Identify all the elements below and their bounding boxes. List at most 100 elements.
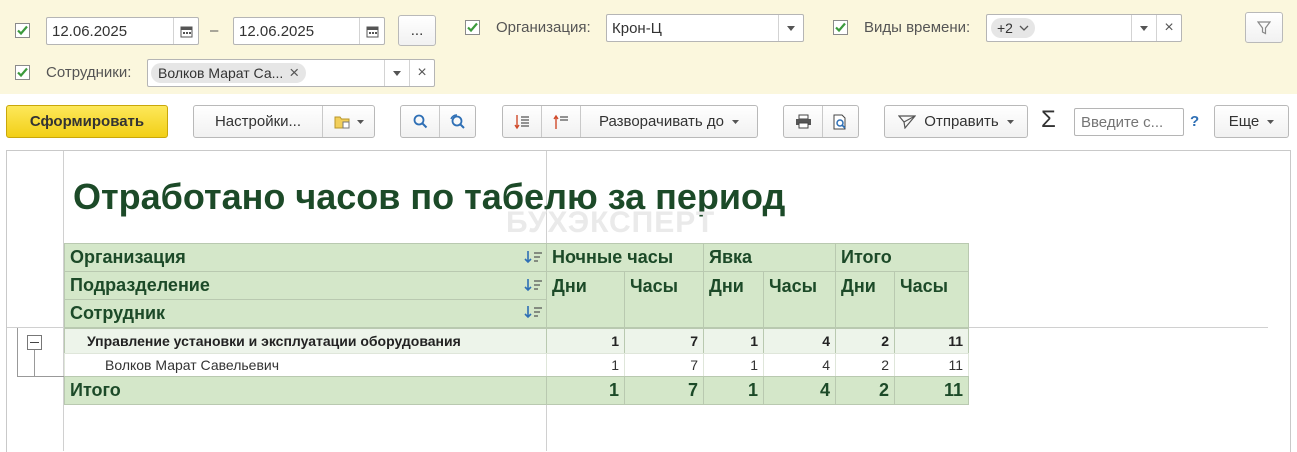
date-separator: – (210, 22, 219, 39)
time-types-select[interactable]: +2 × (986, 14, 1182, 42)
table-cell[interactable]: 1 (703, 353, 764, 377)
period-checkbox[interactable] (15, 23, 30, 38)
collapse-toggle-icon[interactable] (27, 335, 42, 350)
help-icon[interactable]: ? (1190, 113, 1199, 130)
table-cell[interactable]: 1 (546, 328, 625, 354)
table-cell[interactable]: 2 (835, 328, 895, 354)
sort-icon[interactable] (524, 278, 544, 292)
col-attendance-hours: Часы (763, 271, 836, 328)
time-types-label: Виды времени: (864, 19, 971, 36)
calendar-icon[interactable] (173, 18, 198, 44)
find-next-button[interactable] (439, 106, 475, 137)
table-cell[interactable]: 4 (763, 353, 836, 377)
date-to-field[interactable]: 12.06.2025 (233, 17, 385, 45)
dropdown-arrow-icon[interactable] (1131, 15, 1156, 41)
send-icon (898, 114, 917, 129)
table-cell[interactable]: 11 (894, 353, 969, 377)
expand-groups-button[interactable] (541, 106, 580, 137)
employee-tag[interactable]: Волков Марат Са... × (151, 63, 307, 83)
col-attendance-days: Дни (703, 271, 764, 328)
sort-icon[interactable] (524, 305, 544, 319)
variant-button[interactable] (322, 106, 374, 137)
col-total-hours: Часы (894, 271, 969, 328)
print-preview-icon (833, 114, 846, 129)
search-icon (413, 114, 427, 129)
table-cell[interactable]: 11 (894, 328, 969, 354)
remove-tag-icon[interactable]: × (289, 63, 299, 83)
table-cell[interactable]: 11 (894, 376, 969, 405)
period-select-button[interactable]: ... (398, 15, 436, 46)
row-header-subdivision[interactable]: Подразделение (64, 271, 547, 300)
table-cell[interactable]: 4 (763, 328, 836, 354)
table-cell[interactable]: 1 (703, 376, 764, 405)
employees-select[interactable]: Волков Марат Са... × × (147, 59, 435, 87)
settings-button[interactable]: Настройки... (194, 106, 322, 137)
printer-icon (795, 114, 811, 129)
date-to-value: 12.06.2025 (239, 22, 315, 40)
table-cell[interactable]: 7 (624, 328, 704, 354)
table-cell[interactable]: 7 (624, 376, 704, 405)
sort-down-icon (514, 114, 529, 129)
sort-icon[interactable] (524, 250, 544, 264)
col-night-hours: Часы (624, 271, 704, 328)
dropdown-arrow-icon[interactable] (384, 60, 409, 86)
table-cell[interactable]: 1 (546, 376, 625, 405)
collapse-groups-button[interactable] (503, 106, 541, 137)
date-from-field[interactable]: 12.06.2025 (46, 17, 199, 45)
employee-tag-text: Волков Марат Са... (158, 65, 284, 81)
send-label: Отправить (924, 113, 999, 130)
col-group-night: Ночные часы (546, 243, 704, 272)
expand-to-label: Разворачивать до (598, 113, 724, 130)
org-select[interactable]: Крон-Ц (606, 14, 804, 42)
sum-icon[interactable]: Σ (1041, 106, 1056, 134)
chevron-down-icon (1019, 25, 1029, 31)
org-value: Крон-Ц (612, 19, 662, 37)
print-group (783, 105, 859, 138)
table-cell[interactable]: 7 (624, 353, 704, 377)
col-group-attendance: Явка (703, 243, 836, 272)
search-next-icon (450, 114, 465, 129)
org-checkbox[interactable] (465, 20, 480, 35)
print-preview-button[interactable] (822, 106, 858, 137)
time-types-tag-text: +2 (997, 20, 1013, 36)
table-cell[interactable]: 2 (835, 353, 895, 377)
time-types-tag[interactable]: +2 (991, 18, 1035, 38)
table-cell[interactable]: 4 (763, 376, 836, 405)
calendar-icon[interactable] (359, 18, 384, 44)
dropdown-arrow-icon (1267, 119, 1275, 124)
row-header-org[interactable]: Организация (64, 243, 547, 272)
generate-button[interactable]: Сформировать (6, 105, 168, 138)
table-cell[interactable]: 1 (546, 353, 625, 377)
expand-to-button[interactable]: Разворачивать до (580, 106, 757, 137)
clear-icon[interactable]: × (1156, 15, 1181, 41)
more-button[interactable]: Еще (1214, 105, 1289, 138)
dropdown-arrow-icon[interactable] (778, 15, 803, 41)
row-header-employee[interactable]: Сотрудник (64, 299, 547, 328)
col-night-days: Дни (546, 271, 625, 328)
table-row-subdivision[interactable]: Управление установки и эксплуатации обор… (64, 328, 547, 354)
employees-checkbox[interactable] (15, 65, 30, 80)
sort-up-icon (553, 114, 568, 129)
funnel-icon (1257, 20, 1271, 34)
find-button[interactable] (401, 106, 439, 137)
dropdown-arrow-icon (732, 119, 739, 124)
folder-settings-icon (334, 116, 349, 128)
dropdown-arrow-icon (1006, 119, 1014, 124)
employees-label: Сотрудники: (46, 64, 132, 81)
table-cell[interactable]: 1 (703, 328, 764, 354)
send-button[interactable]: Отправить (884, 105, 1028, 138)
table-row-total[interactable]: Итого (64, 376, 547, 405)
clear-icon[interactable]: × (409, 60, 434, 86)
settings-button-group: Настройки... (193, 105, 375, 138)
filter-settings-button[interactable] (1245, 12, 1283, 43)
time-types-checkbox[interactable] (833, 20, 848, 35)
filter-panel: 12.06.2025 – 12.06.2025 ... Организация:… (0, 0, 1297, 94)
col-total-days: Дни (835, 271, 895, 328)
search-group (400, 105, 476, 138)
sum-search-input[interactable] (1074, 108, 1184, 136)
print-button[interactable] (784, 106, 822, 137)
table-cell[interactable]: 2 (835, 376, 895, 405)
more-label: Еще (1228, 113, 1260, 130)
table-row-employee[interactable]: Волков Марат Савельевич (64, 353, 547, 377)
watermark: БУХЭКСПЕРТ (506, 206, 716, 239)
